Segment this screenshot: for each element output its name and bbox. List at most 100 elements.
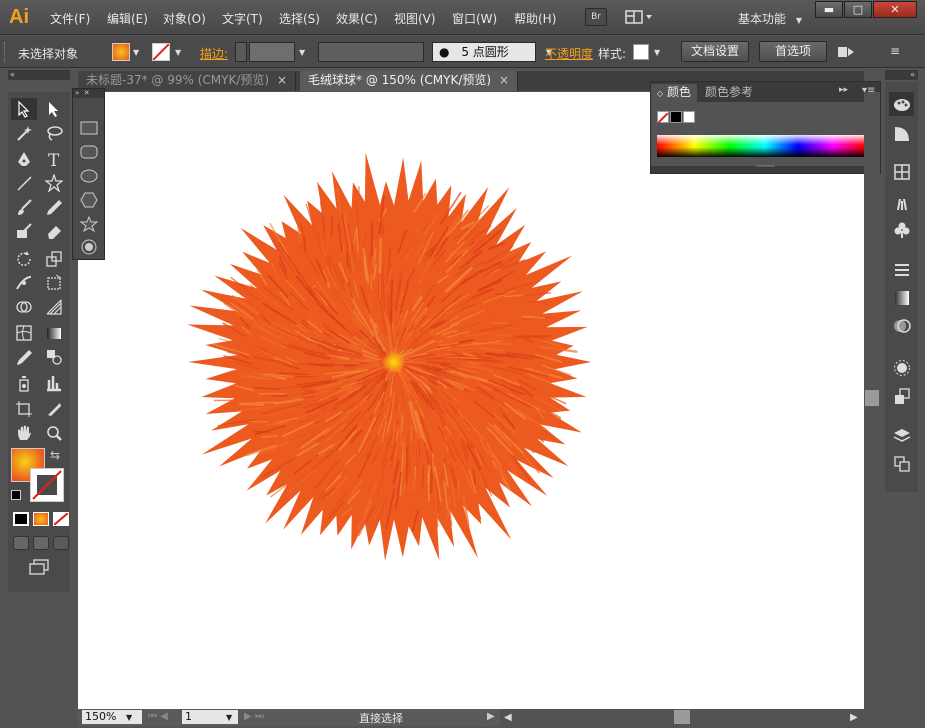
menu-window[interactable]: 窗口(W) bbox=[452, 10, 497, 27]
rotate-tool[interactable] bbox=[11, 248, 37, 270]
width-tool[interactable] bbox=[11, 272, 37, 294]
ellipse-icon[interactable] bbox=[80, 169, 98, 183]
close-button[interactable]: ✕ bbox=[873, 1, 917, 18]
menu-effect[interactable]: 效果(C) bbox=[336, 10, 378, 27]
scroll-left-icon[interactable]: ◀ bbox=[504, 712, 512, 723]
stroke-color-box[interactable] bbox=[30, 468, 64, 502]
stroke-weight-dropdown-icon[interactable]: ▼ bbox=[299, 48, 305, 57]
flare-icon[interactable] bbox=[80, 239, 98, 255]
symbol-sprayer-tool[interactable] bbox=[11, 372, 37, 394]
draw-normal-button[interactable] bbox=[13, 536, 29, 550]
menu-object[interactable]: 对象(O) bbox=[163, 10, 206, 27]
color-panel-button[interactable] bbox=[889, 92, 914, 116]
scroll-right-icon[interactable]: ▶ bbox=[850, 712, 858, 723]
swatches-panel-button[interactable] bbox=[889, 160, 914, 184]
eyedropper-tool[interactable] bbox=[11, 346, 37, 368]
swap-fill-stroke-icon[interactable]: ⇆ bbox=[50, 448, 60, 462]
stroke-swatch[interactable] bbox=[152, 43, 170, 61]
flyout-title-bar[interactable]: » ✕ bbox=[73, 89, 104, 98]
color-spectrum-bar[interactable] bbox=[657, 135, 864, 157]
minimize-button[interactable]: ▬ bbox=[815, 1, 843, 18]
horizontal-scrollbar[interactable]: ◀ ▶ bbox=[500, 709, 864, 726]
gradient-panel-button[interactable] bbox=[889, 286, 914, 310]
mesh-tool[interactable] bbox=[11, 322, 37, 344]
toolbox-collapse-bar[interactable]: « bbox=[8, 70, 70, 80]
style-dropdown-icon[interactable]: ▼ bbox=[654, 48, 660, 57]
scale-tool[interactable] bbox=[41, 248, 67, 270]
tab-untitled-37[interactable]: 未标题-37* @ 99% (CMYK/预览) × bbox=[78, 71, 296, 91]
pen-tool[interactable] bbox=[11, 148, 37, 170]
control-panel-menu-icon[interactable]: ≡ bbox=[890, 44, 908, 60]
layers-panel-button[interactable] bbox=[889, 424, 914, 448]
fur-ball-artwork[interactable] bbox=[78, 92, 864, 709]
blob-brush-tool[interactable] bbox=[11, 220, 37, 242]
symbols-panel-button[interactable] bbox=[889, 218, 914, 242]
eraser-tool[interactable] bbox=[41, 220, 67, 242]
grip-handle[interactable] bbox=[4, 42, 8, 62]
brush-definition[interactable]: ● 5 点圆形 bbox=[432, 42, 536, 62]
brushes-panel-button[interactable] bbox=[889, 190, 914, 214]
artboards-panel-button[interactable] bbox=[889, 452, 914, 476]
fill-dropdown-icon[interactable]: ▼ bbox=[133, 48, 139, 57]
menu-file[interactable]: 文件(F) bbox=[50, 10, 90, 27]
arrange-documents-button[interactable] bbox=[624, 8, 654, 26]
graphic-style-swatch[interactable] bbox=[633, 44, 649, 60]
black-swatch[interactable] bbox=[670, 111, 682, 123]
zoom-level-field[interactable]: 150% bbox=[82, 710, 142, 724]
workspace-switcher[interactable]: 基本功能 ▼ bbox=[738, 10, 802, 27]
paintbrush-tool[interactable] bbox=[11, 196, 37, 218]
gradient-tool[interactable] bbox=[41, 322, 67, 344]
last-artboard-icon[interactable]: ▶ ⏭ bbox=[244, 711, 264, 722]
blend-tool[interactable] bbox=[41, 346, 67, 368]
status-menu-arrow-icon[interactable]: ▶ bbox=[487, 711, 495, 722]
artboard-dropdown-icon[interactable]: ▼ bbox=[226, 713, 232, 722]
panel-expand-icon[interactable]: ▸▸ bbox=[839, 85, 848, 95]
horizontal-scroll-thumb[interactable] bbox=[674, 710, 690, 724]
tab-color[interactable]: ◇ 颜色 bbox=[651, 84, 697, 102]
menu-select[interactable]: 选择(S) bbox=[279, 10, 320, 27]
rectangle-icon[interactable] bbox=[80, 121, 98, 135]
variable-width-profile[interactable] bbox=[318, 42, 424, 62]
document-setup-button[interactable]: 文档设置 bbox=[681, 41, 749, 62]
graphic-styles-panel-button[interactable] bbox=[889, 384, 914, 408]
draw-behind-button[interactable] bbox=[33, 536, 49, 550]
rounded-rectangle-icon[interactable] bbox=[80, 145, 98, 159]
preferences-button[interactable]: 首选项 bbox=[759, 41, 827, 62]
close-icon[interactable]: × bbox=[499, 71, 509, 90]
perspective-grid-tool[interactable] bbox=[41, 296, 67, 318]
stroke-panel-button[interactable] bbox=[889, 258, 914, 282]
none-mode-button[interactable] bbox=[53, 512, 69, 526]
none-swatch[interactable] bbox=[657, 111, 669, 124]
draw-inside-button[interactable] bbox=[53, 536, 69, 550]
transparency-panel-button[interactable] bbox=[889, 314, 914, 338]
vertical-scroll-thumb[interactable] bbox=[865, 390, 879, 406]
appearance-panel-button[interactable] bbox=[889, 356, 914, 380]
star-tool[interactable] bbox=[41, 172, 67, 194]
menu-edit[interactable]: 编辑(E) bbox=[107, 10, 148, 27]
stroke-label[interactable]: 描边: bbox=[200, 45, 228, 62]
menu-type[interactable]: 文字(T) bbox=[222, 10, 263, 27]
color-mode-button[interactable] bbox=[13, 512, 29, 526]
tab-fur-ball[interactable]: 毛绒球球* @ 150% (CMYK/预览) × bbox=[300, 71, 518, 91]
polygon-icon[interactable] bbox=[80, 192, 98, 208]
gradient-mode-button[interactable] bbox=[33, 512, 49, 526]
selection-tool[interactable] bbox=[11, 98, 37, 120]
type-tool[interactable]: T bbox=[41, 148, 67, 170]
color-guide-panel-button[interactable] bbox=[889, 122, 914, 146]
menu-help[interactable]: 帮助(H) bbox=[514, 10, 556, 27]
line-segment-tool[interactable] bbox=[11, 172, 37, 194]
dock-collapse-bar[interactable]: « bbox=[885, 70, 918, 80]
artboard-canvas[interactable] bbox=[78, 92, 864, 709]
zoom-dropdown-icon[interactable]: ▼ bbox=[126, 713, 132, 722]
artboard-tool[interactable] bbox=[11, 398, 37, 420]
opacity-label[interactable]: 不透明度 bbox=[545, 45, 593, 62]
direct-selection-tool[interactable] bbox=[41, 98, 67, 120]
stroke-dropdown-icon[interactable]: ▼ bbox=[175, 48, 181, 57]
pencil-tool[interactable] bbox=[41, 196, 67, 218]
column-graph-tool[interactable] bbox=[41, 372, 67, 394]
stroke-weight-input[interactable] bbox=[249, 42, 295, 62]
hand-tool[interactable] bbox=[11, 422, 37, 444]
tab-color-guide[interactable]: 颜色参考 bbox=[699, 84, 759, 102]
free-transform-tool[interactable] bbox=[41, 272, 67, 294]
lasso-tool[interactable] bbox=[41, 122, 67, 144]
